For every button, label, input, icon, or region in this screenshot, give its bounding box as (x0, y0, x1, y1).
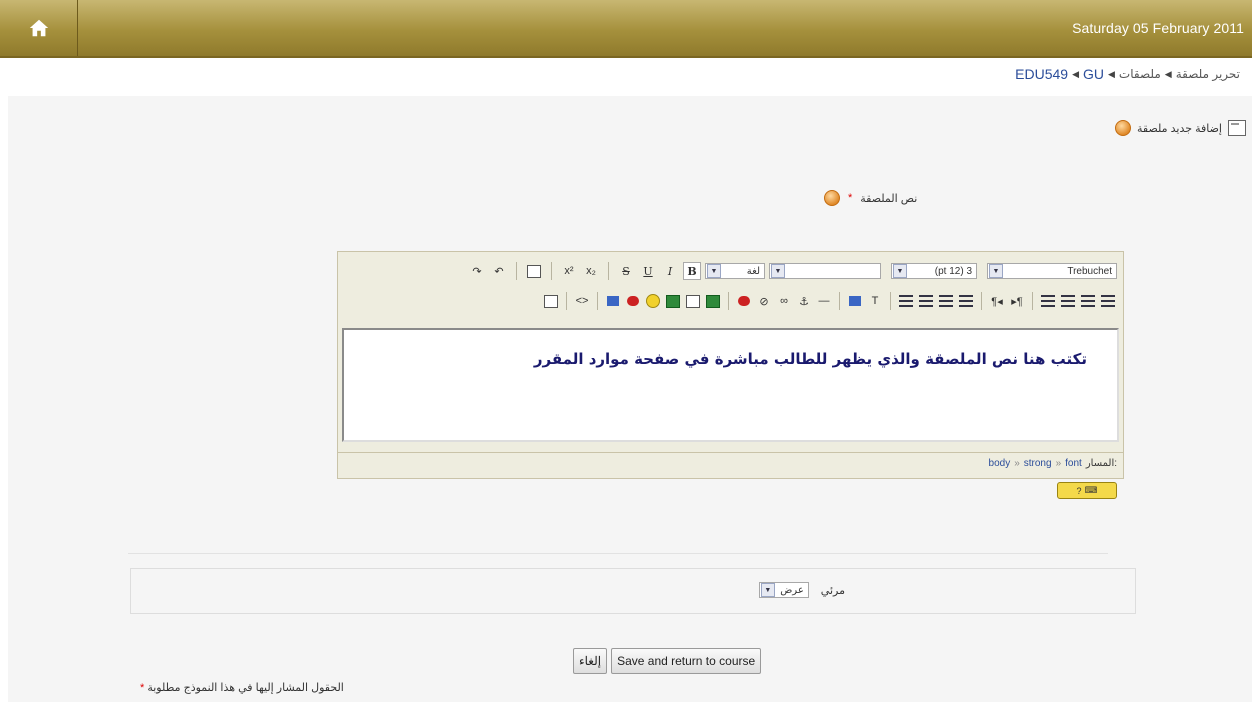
equation-icon[interactable] (664, 292, 682, 310)
label-text: نص الملصقة (860, 192, 918, 205)
unlink-icon[interactable]: ⊘ (755, 292, 773, 310)
path-label: المسار: (1085, 458, 1117, 469)
editor-help-button[interactable]: ? ⌨ (1057, 482, 1117, 499)
nolink-icon[interactable] (735, 292, 753, 310)
align-right-icon[interactable] (1059, 292, 1077, 310)
breadcrumb-item-gu[interactable]: GU (1083, 66, 1104, 82)
html-source-icon[interactable]: <> (573, 292, 591, 310)
divider (128, 553, 1108, 554)
toolbar-divider (1032, 292, 1033, 310)
bold-icon[interactable]: B (683, 262, 701, 280)
align-justify-icon[interactable] (1039, 292, 1057, 310)
clean-word-icon[interactable] (525, 262, 543, 280)
visibility-section: مرئي ▼ عرض (130, 568, 1136, 614)
chevron-down-icon: ▼ (893, 264, 907, 278)
breadcrumb-item-labels[interactable]: ملصقات (1119, 67, 1161, 81)
toolbar-divider (839, 292, 840, 310)
ordered-list-icon[interactable] (957, 292, 975, 310)
toolbar-divider (516, 262, 517, 280)
label-page-icon (1228, 120, 1246, 136)
unordered-list-icon[interactable] (937, 292, 955, 310)
chevron-down-icon: ▼ (771, 264, 785, 278)
page-title: إضافة جديد ملصقة (1137, 122, 1222, 135)
chevron-down-icon: ▼ (760, 583, 775, 597)
cancel-button[interactable]: إلغاء (573, 648, 608, 674)
html-editor: ↷ ↶ x² x₂ S U I B ▼ لغة ▼ ▼ 3 (12 pt) ▼ … (337, 251, 1124, 479)
breadcrumb-separator-icon: ◀ (1072, 68, 1079, 79)
form-buttons: إلغاء Save and return to course (573, 648, 762, 674)
ltr-icon[interactable]: ▸¶ (1008, 292, 1026, 310)
visibility-row: مرئي ▼ عرض (758, 582, 845, 598)
toolbar-divider (890, 292, 891, 310)
toolbar-divider (728, 292, 729, 310)
date-text: Saturday 05 February 2011 (1072, 20, 1244, 36)
top-bar: Saturday 05 February 2011 (0, 0, 1252, 58)
spellcheck-icon[interactable] (624, 292, 642, 310)
align-center-icon[interactable] (1079, 292, 1097, 310)
visibility-label: مرئي (820, 584, 845, 597)
path-font[interactable]: font (1065, 458, 1082, 469)
superscript-icon[interactable]: x² (560, 262, 578, 280)
required-note-text: الحقول المشار إليها في هذا النموذج مطلوب… (147, 682, 344, 694)
breadcrumb-item-edit-label: تحرير ملصقة (1175, 67, 1240, 81)
breadcrumb-separator-icon: ◀ (1108, 68, 1115, 79)
help-icon[interactable] (824, 190, 840, 206)
language-select[interactable]: ▼ لغة (705, 263, 765, 279)
editor-toolbar-row-2: <> ⊘ ∞ ⚓ — T ¶◂ ▸¶ (338, 288, 1123, 314)
breadcrumb-item-course[interactable]: EDU549 (1015, 66, 1068, 82)
required-fields-note: الحقول المشار إليها في هذا النموذج مطلوب… (140, 681, 344, 694)
font-family-select[interactable]: ▼ Trebuchet (987, 263, 1117, 279)
fullscreen-icon[interactable] (542, 292, 560, 310)
editor-text-area[interactable]: تكتب هنا نص الملصقة والذي يظهر للطالب مب… (342, 328, 1119, 442)
editor-content: تكتب هنا نص الملصقة والذي يظهر للطالب مب… (533, 350, 1087, 368)
toolbar-divider (566, 292, 567, 310)
background-color-icon[interactable] (846, 292, 864, 310)
path-body[interactable]: body (989, 458, 1011, 469)
visibility-select[interactable]: ▼ عرض (758, 582, 809, 598)
question-icon: ? (1076, 485, 1082, 496)
outdent-icon[interactable] (917, 292, 935, 310)
align-left-icon[interactable] (1099, 292, 1117, 310)
required-mark: * (848, 192, 853, 204)
table-icon[interactable] (684, 292, 702, 310)
text-field-label: * نص الملصقة (824, 190, 917, 206)
breadcrumb-separator-icon: ◀ (1164, 68, 1172, 79)
redo-icon[interactable]: ↷ (468, 262, 486, 280)
smiley-icon[interactable] (644, 292, 662, 310)
font-size-select[interactable]: ▼ 3 (12 pt) (891, 263, 977, 279)
breadcrumb: EDU549 ◀ GU ◀ ملصقات ◀ تحرير ملصقة (1015, 66, 1240, 82)
save-button[interactable]: Save and return to course (611, 648, 762, 674)
undo-icon[interactable]: ↶ (490, 262, 508, 280)
editor-toolbar-row-1: ↷ ↶ x² x₂ S U I B ▼ لغة ▼ ▼ 3 (12 pt) ▼ … (338, 258, 1123, 284)
home-button[interactable] (0, 0, 78, 56)
strikethrough-icon[interactable]: S (617, 262, 635, 280)
horizontal-rule-icon[interactable]: — (815, 292, 833, 310)
rtl-icon[interactable]: ¶◂ (988, 292, 1006, 310)
indent-icon[interactable] (897, 292, 915, 310)
keyboard-icon: ⌨ (1084, 485, 1098, 495)
search-replace-icon[interactable] (604, 292, 622, 310)
toolbar-divider (981, 292, 982, 310)
help-icon[interactable] (1115, 120, 1132, 136)
anchor-icon[interactable]: ⚓ (795, 292, 813, 310)
chevron-down-icon: ▼ (707, 264, 721, 278)
chevron-down-icon: ▼ (989, 264, 1003, 278)
page-heading: إضافة جديد ملصقة (1115, 120, 1246, 136)
toolbar-divider (551, 262, 552, 280)
link-icon[interactable]: ∞ (775, 292, 793, 310)
heading-select[interactable]: ▼ (769, 263, 881, 279)
image-icon[interactable] (704, 292, 722, 310)
italic-icon[interactable]: I (661, 262, 679, 280)
toolbar-divider (608, 262, 609, 280)
text-color-icon[interactable]: T (866, 292, 884, 310)
required-mark: * (140, 682, 145, 694)
toolbar-divider (597, 292, 598, 310)
path-strong[interactable]: strong (1024, 458, 1052, 469)
editor-status-bar: body » strong » font المسار: (338, 452, 1123, 474)
underline-icon[interactable]: U (639, 262, 657, 280)
subscript-icon[interactable]: x₂ (582, 262, 600, 280)
home-icon (29, 19, 48, 37)
